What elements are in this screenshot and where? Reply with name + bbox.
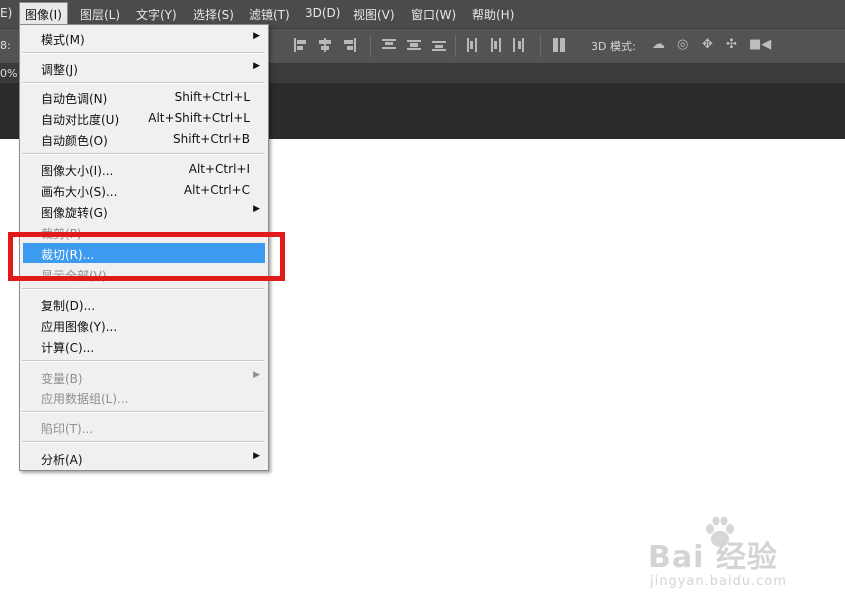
menu-item-auto-contrast[interactable]: 自动对比度(U) Alt+Shift+Ctrl+L: [20, 108, 268, 128]
options-divider: [370, 35, 371, 57]
options-divider: [540, 35, 541, 57]
options-divider: [455, 35, 456, 57]
3d-mode-label: 3D 模式:: [591, 40, 636, 53]
zoom-level: 0%: [0, 67, 18, 80]
menu-item-calculations[interactable]: 计算(C)...: [20, 336, 268, 356]
menu-item-image-size[interactable]: 图像大小(I)... Alt+Ctrl+I: [20, 159, 268, 179]
distribute-left-icon[interactable]: [465, 37, 479, 53]
menu-item-shortcut: Alt+Ctrl+C: [183, 183, 250, 197]
3d-drag-icon[interactable]: ✥: [702, 37, 713, 53]
menu-divider: [22, 153, 264, 155]
menu-item-label: 图像大小(I)...: [41, 164, 114, 178]
menu-item-auto-color[interactable]: 自动颜色(O) Shift+Ctrl+B: [20, 129, 268, 149]
menu-divider: [22, 360, 264, 362]
menu-item-shortcut: Alt+Shift+Ctrl+L: [148, 111, 250, 125]
menu-divider: [22, 288, 264, 290]
submenu-arrow-icon: ▶: [253, 451, 260, 461]
menu-divider: [22, 82, 264, 84]
align-right-icon[interactable]: [343, 37, 357, 53]
3d-camera-icon[interactable]: ■◀: [749, 37, 771, 53]
menu-select[interactable]: 选择(S): [193, 6, 234, 23]
menu-item-label: 自动色调(N): [41, 92, 108, 106]
menu-item-analysis[interactable]: 分析(A) ▶: [20, 448, 268, 468]
distribute-bottom-icon[interactable]: [432, 37, 446, 53]
menu-item-adjust[interactable]: 调整(J) ▶: [20, 58, 268, 78]
menu-item-label: 自动颜色(O): [41, 134, 108, 148]
menu-item-variables: 变量(B) ▶: [20, 367, 268, 387]
menu-divider: [22, 411, 264, 413]
menu-item-label: 分析(A): [41, 453, 83, 467]
menu-item-label: 自动对比度(U): [41, 113, 120, 127]
menu-item-image-rotation[interactable]: 图像旋转(G) ▶: [20, 201, 268, 221]
annotation-highlight-box: [8, 232, 285, 281]
menu-type[interactable]: 文字(Y): [136, 6, 177, 23]
menu-item-auto-tone[interactable]: 自动色调(N) Shift+Ctrl+L: [20, 87, 268, 107]
menu-item-apply-data-set: 应用数据组(L)...: [20, 387, 268, 407]
submenu-arrow-icon: ▶: [253, 370, 260, 380]
menu-item-apply-image[interactable]: 应用图像(Y)...: [20, 315, 268, 335]
distribute-right-icon[interactable]: [511, 37, 525, 53]
menu-item-mode[interactable]: 模式(M) ▶: [20, 28, 268, 48]
distribute-top-icon[interactable]: [382, 37, 396, 53]
menu-item-label: 计算(C)...: [41, 341, 95, 355]
menu-filter[interactable]: 滤镜(T): [249, 6, 290, 23]
menu-item-trap: 陷印(T)...: [20, 417, 268, 437]
3d-rotate-icon[interactable]: ☁: [652, 37, 665, 53]
3d-slide-icon[interactable]: ✣: [726, 37, 737, 53]
align-hcenter-icon[interactable]: [318, 37, 332, 53]
menu-item-label: 图像旋转(G): [41, 206, 108, 220]
menu-item-label: 画布大小(S)...: [41, 185, 118, 199]
distribute-hcenter-icon[interactable]: [488, 37, 502, 53]
menu-item-label: 调整(J): [41, 63, 78, 77]
submenu-arrow-icon: ▶: [253, 204, 260, 214]
submenu-arrow-icon: ▶: [253, 31, 260, 41]
menu-item-label: 复制(D)...: [41, 299, 96, 313]
menu-item-label: 应用数据组(L)...: [41, 392, 129, 406]
distribute-vcenter-icon[interactable]: [407, 37, 421, 53]
menu-window[interactable]: 窗口(W): [411, 6, 456, 23]
menu-help[interactable]: 帮助(H): [472, 6, 514, 23]
auto-align-icon[interactable]: [552, 37, 566, 53]
menu-item-shortcut: Shift+Ctrl+L: [174, 90, 250, 104]
menu-item-shortcut: Shift+Ctrl+B: [173, 132, 250, 146]
menu-item-label: 应用图像(Y)...: [41, 320, 118, 334]
3d-roll-icon[interactable]: ◎: [677, 37, 688, 53]
submenu-arrow-icon: ▶: [253, 61, 260, 71]
options-label: 8:: [0, 39, 11, 52]
menu-item-label: 模式(M): [41, 33, 85, 47]
align-left-icon[interactable]: [293, 37, 307, 53]
menu-item-shortcut: Alt+Ctrl+I: [188, 162, 250, 176]
menu-item-duplicate[interactable]: 复制(D)...: [20, 294, 268, 314]
menu-item-label: 陷印(T)...: [41, 422, 94, 436]
menu-item-label: 变量(B): [41, 372, 83, 386]
menu-image[interactable]: 图像(I): [19, 2, 68, 26]
menu-3d[interactable]: 3D(D): [305, 6, 340, 20]
menu-item-canvas-size[interactable]: 画布大小(S)... Alt+Ctrl+C: [20, 180, 268, 200]
menu-edit[interactable]: E): [0, 6, 12, 20]
menu-divider: [22, 441, 264, 443]
menu-layer[interactable]: 图层(L): [80, 6, 120, 23]
menu-divider: [22, 52, 264, 54]
menu-view[interactable]: 视图(V): [353, 6, 395, 23]
watermark-logo: Bai 经验: [648, 540, 778, 575]
watermark-url: jingyan.baidu.com: [650, 574, 787, 589]
